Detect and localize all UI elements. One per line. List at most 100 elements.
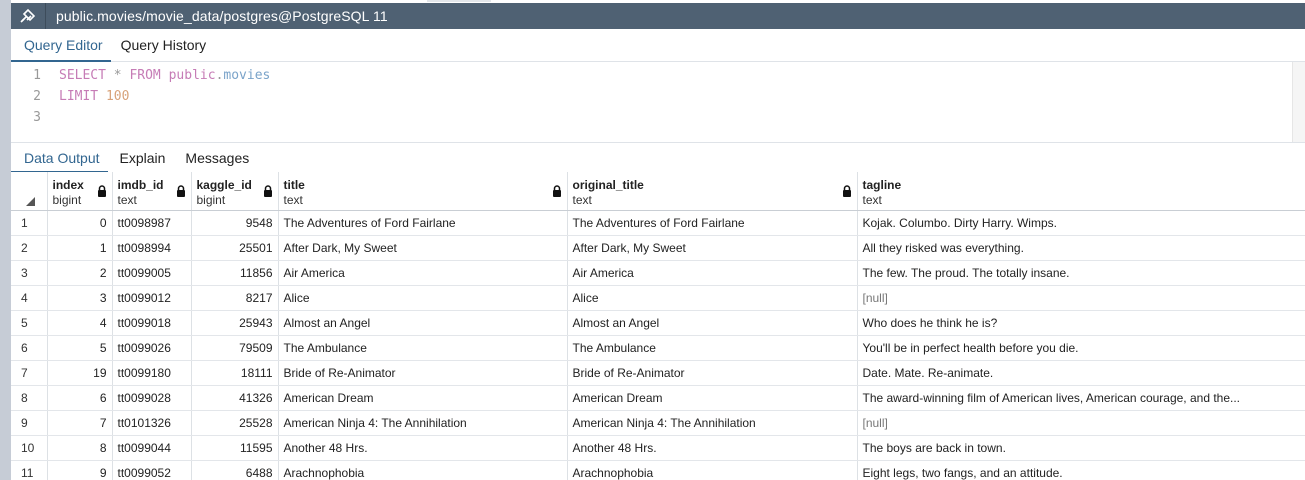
cell-kaggle-id[interactable]: 41326 — [191, 385, 279, 411]
cell-kaggle-id[interactable]: 6488 — [191, 460, 279, 480]
row-number[interactable]: 3 — [11, 260, 48, 286]
cell-tagline[interactable]: Date. Mate. Re-animate. — [857, 360, 1305, 386]
cell-title[interactable]: American Ninja 4: The Annihilation — [278, 410, 568, 436]
row-number[interactable]: 2 — [11, 235, 48, 261]
column-header-original-title[interactable]: original_title text — [567, 172, 858, 211]
cell-index[interactable]: 8 — [47, 435, 113, 461]
table-row[interactable]: 8 6 tt0099028 41326 American Dream American D… — [11, 385, 1305, 411]
cell-tagline[interactable]: Kojak. Columbo. Dirty Harry. Wimps. — [857, 210, 1305, 236]
row-number[interactable]: 9 — [11, 410, 48, 436]
cell-original-title[interactable]: Air America — [567, 260, 858, 286]
tab-query-history[interactable]: Query History — [111, 29, 215, 61]
column-header-kaggle-id[interactable]: kaggle_id bigint — [191, 172, 279, 211]
cell-kaggle-id[interactable]: 9548 — [191, 210, 279, 236]
row-number[interactable]: 6 — [11, 335, 48, 361]
cell-original-title[interactable]: Alice — [567, 285, 858, 311]
table-row[interactable]: 9 7 tt0101326 25528 American Ninja 4: The An… — [11, 410, 1305, 436]
tab-messages[interactable]: Messages — [173, 143, 257, 172]
table-row[interactable]: 4 3 tt0099012 8217 Alice Alice [null] — [11, 285, 1305, 311]
table-row[interactable]: 11 9 tt0099052 6488 Arachnophobia Arachnophob… — [11, 460, 1305, 480]
cell-imdb-id[interactable]: tt0099012 — [112, 285, 192, 311]
cell-imdb-id[interactable]: tt0101326 — [112, 410, 192, 436]
cell-index[interactable]: 5 — [47, 335, 113, 361]
cell-title[interactable]: The Adventures of Ford Fairlane — [278, 210, 568, 236]
cell-kaggle-id[interactable]: 25943 — [191, 310, 279, 336]
tab-query-editor[interactable]: Query Editor — [11, 29, 111, 62]
cell-imdb-id[interactable]: tt0098994 — [112, 235, 192, 261]
cell-original-title[interactable]: After Dark, My Sweet — [567, 235, 858, 261]
cell-imdb-id[interactable]: tt0099026 — [112, 335, 192, 361]
column-header-tagline[interactable]: tagline text — [857, 172, 1305, 211]
cell-tagline[interactable]: You'll be in perfect health before you d… — [857, 335, 1305, 361]
row-number[interactable]: 1 — [11, 210, 48, 236]
table-row[interactable]: 7 19 tt0099180 18111 Bride of Re-Animator Bri… — [11, 360, 1305, 386]
cell-index[interactable]: 4 — [47, 310, 113, 336]
cell-original-title[interactable]: American Ninja 4: The Annihilation — [567, 410, 858, 436]
cell-title[interactable]: The Ambulance — [278, 335, 568, 361]
row-number[interactable]: 7 — [11, 360, 48, 386]
cell-original-title[interactable]: Arachnophobia — [567, 460, 858, 480]
cell-imdb-id[interactable]: tt0098987 — [112, 210, 192, 236]
select-all-corner[interactable] — [11, 172, 48, 211]
cell-title[interactable]: Almost an Angel — [278, 310, 568, 336]
cell-title[interactable]: Alice — [278, 285, 568, 311]
row-number[interactable]: 5 — [11, 310, 48, 336]
column-header-imdb-id[interactable]: imdb_id text — [112, 172, 192, 211]
row-number[interactable]: 4 — [11, 285, 48, 311]
cell-kaggle-id[interactable]: 25528 — [191, 410, 279, 436]
query-tool-icon[interactable] — [11, 3, 45, 29]
column-header-index[interactable]: index bigint — [47, 172, 113, 211]
cell-kaggle-id[interactable]: 11856 — [191, 260, 279, 286]
cell-title[interactable]: After Dark, My Sweet — [278, 235, 568, 261]
cell-index[interactable]: 2 — [47, 260, 113, 286]
cell-original-title[interactable]: The Ambulance — [567, 335, 858, 361]
cell-index[interactable]: 7 — [47, 410, 113, 436]
cell-imdb-id[interactable]: tt0099180 — [112, 360, 192, 386]
cell-index[interactable]: 9 — [47, 460, 113, 480]
cell-original-title[interactable]: Almost an Angel — [567, 310, 858, 336]
cell-title[interactable]: American Dream — [278, 385, 568, 411]
cell-original-title[interactable]: Bride of Re-Animator — [567, 360, 858, 386]
cell-title[interactable]: Air America — [278, 260, 568, 286]
cell-kaggle-id[interactable]: 79509 — [191, 335, 279, 361]
cell-kaggle-id[interactable]: 18111 — [191, 360, 279, 386]
cell-title[interactable]: Bride of Re-Animator — [278, 360, 568, 386]
cell-index[interactable]: 19 — [47, 360, 113, 386]
cell-kaggle-id[interactable]: 25501 — [191, 235, 279, 261]
row-number[interactable]: 10 — [11, 435, 48, 461]
table-row[interactable]: 3 2 tt0099005 11856 Air America Air America Th… — [11, 260, 1305, 286]
cell-title[interactable]: Arachnophobia — [278, 460, 568, 480]
table-row[interactable]: 1 0 tt0098987 9548 The Adventures of Ford Fa… — [11, 210, 1305, 236]
cell-imdb-id[interactable]: tt0099005 — [112, 260, 192, 286]
cell-original-title[interactable]: The Adventures of Ford Fairlane — [567, 210, 858, 236]
cell-imdb-id[interactable]: tt0099018 — [112, 310, 192, 336]
table-row[interactable]: 10 8 tt0099044 11595 Another 48 Hrs. Another … — [11, 435, 1305, 461]
cell-tagline[interactable]: Who does he think he is? — [857, 310, 1305, 336]
row-number[interactable]: 8 — [11, 385, 48, 411]
tab-data-output[interactable]: Data Output — [11, 143, 108, 173]
cell-imdb-id[interactable]: tt0099044 — [112, 435, 192, 461]
cell-tagline[interactable]: The award-winning film of American lives… — [857, 385, 1305, 411]
column-header-title[interactable]: title text — [278, 172, 568, 211]
cell-index[interactable]: 0 — [47, 210, 113, 236]
cell-kaggle-id[interactable]: 8217 — [191, 285, 279, 311]
cell-kaggle-id[interactable]: 11595 — [191, 435, 279, 461]
cell-tagline[interactable]: [null] — [857, 285, 1305, 311]
cell-title[interactable]: Another 48 Hrs. — [278, 435, 568, 461]
cell-index[interactable]: 3 — [47, 285, 113, 311]
cell-imdb-id[interactable]: tt0099052 — [112, 460, 192, 480]
table-row[interactable]: 6 5 tt0099026 79509 The Ambulance The Ambulan… — [11, 335, 1305, 361]
tab-explain[interactable]: Explain — [108, 143, 174, 172]
cell-original-title[interactable]: American Dream — [567, 385, 858, 411]
cell-index[interactable]: 1 — [47, 235, 113, 261]
cell-index[interactable]: 6 — [47, 385, 113, 411]
cell-tagline[interactable]: All they risked was everything. — [857, 235, 1305, 261]
cell-original-title[interactable]: Another 48 Hrs. — [567, 435, 858, 461]
row-number[interactable]: 11 — [11, 460, 48, 480]
sql-editor[interactable]: 1 SELECT * FROM public. movies 2 LIMIT 10… — [11, 62, 1305, 143]
cell-tagline[interactable]: [null] — [857, 410, 1305, 436]
cell-tagline[interactable]: Eight legs, two fangs, and an attitude. — [857, 460, 1305, 480]
editor-scrollbar[interactable] — [1292, 62, 1305, 142]
cell-tagline[interactable]: The boys are back in town. — [857, 435, 1305, 461]
cell-imdb-id[interactable]: tt0099028 — [112, 385, 192, 411]
